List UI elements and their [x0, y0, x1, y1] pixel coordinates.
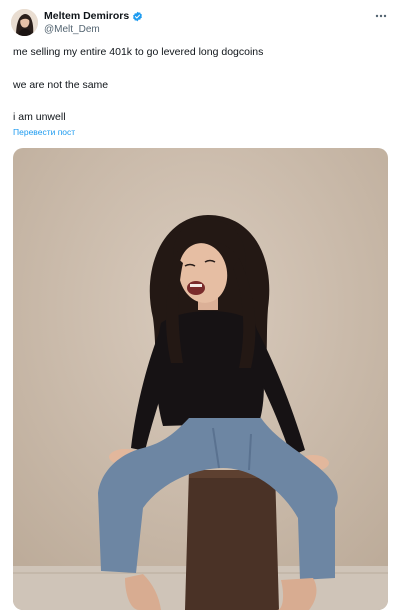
post-text-line: i am unwell: [13, 111, 66, 123]
more-options-icon[interactable]: [373, 8, 389, 24]
avatar[interactable]: [11, 9, 38, 36]
author-name[interactable]: Meltem Demirors: [44, 9, 129, 23]
post-header: Meltem Demirors @Melt_Dem: [11, 8, 391, 40]
author-block: Meltem Demirors @Melt_Dem: [44, 8, 143, 37]
author-handle[interactable]: @Melt_Dem: [44, 23, 143, 37]
verified-badge-icon: [132, 11, 143, 22]
post-card: Meltem Demirors @Melt_Dem me selling my …: [0, 0, 401, 610]
post-photo[interactable]: [13, 148, 388, 610]
post-text-line: me selling my entire 401k to go levered …: [13, 46, 264, 58]
post-text-line: we are not the same: [13, 79, 109, 91]
translate-post-link[interactable]: Перевести пост: [13, 127, 75, 137]
author-name-row: Meltem Demirors: [44, 9, 143, 23]
